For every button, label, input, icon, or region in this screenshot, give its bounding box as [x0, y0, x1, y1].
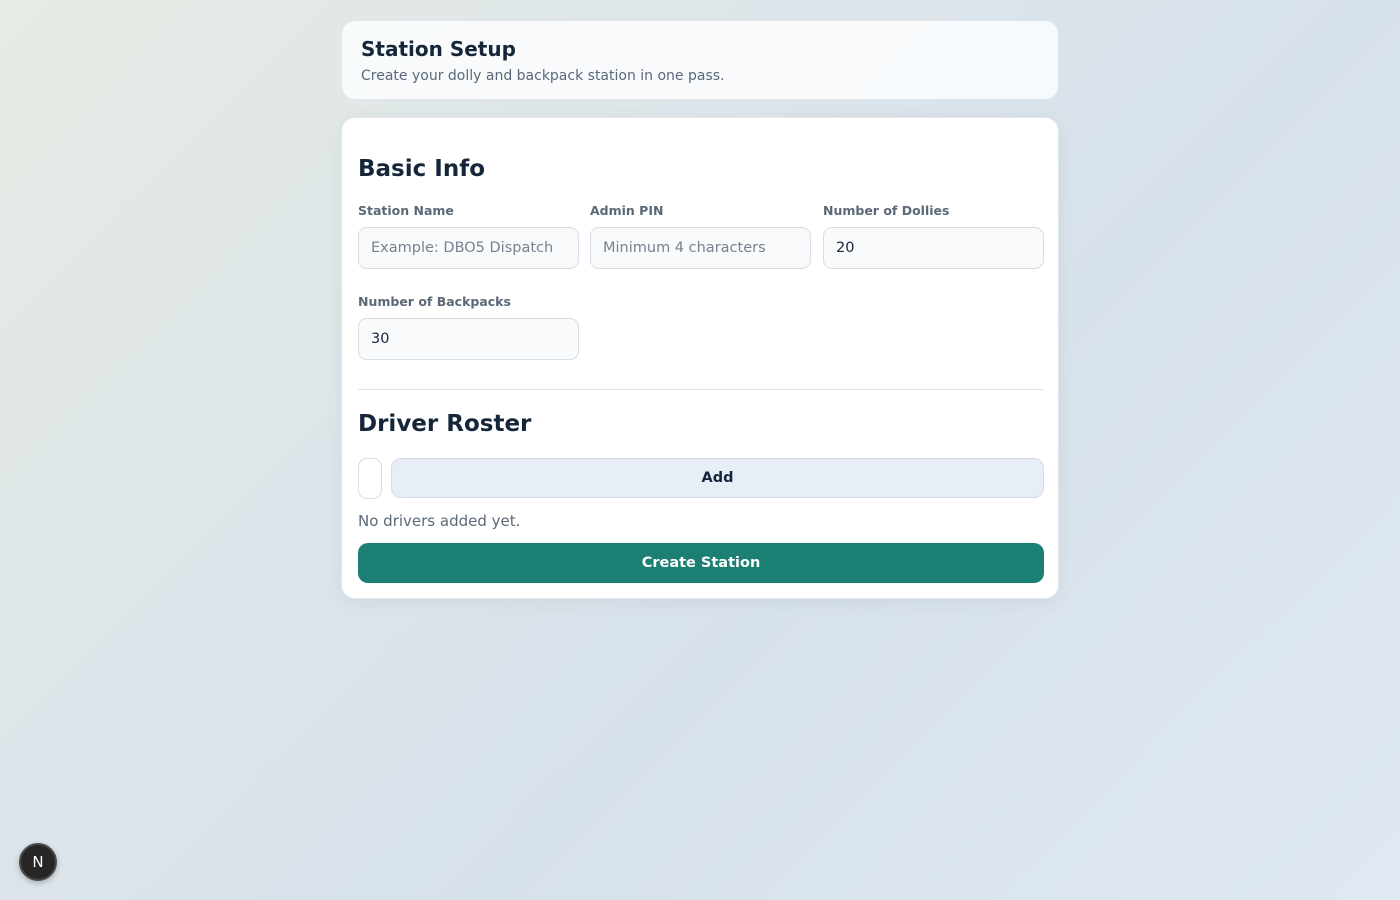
driver-roster-title: Driver Roster — [358, 411, 532, 437]
page-title: Station Setup — [361, 37, 516, 61]
create-station-button[interactable]: Create Station — [358, 543, 1044, 583]
page-subtitle: Create your dolly and backpack station i… — [361, 68, 725, 84]
driver-name-input[interactable] — [358, 458, 382, 499]
station-name-label: Station Name — [358, 203, 454, 218]
station-name-input[interactable] — [358, 227, 579, 269]
dollies-input[interactable] — [823, 227, 1044, 269]
empty-roster-text: No drivers added yet. — [358, 512, 521, 530]
section-divider — [358, 389, 1044, 390]
admin-pin-input[interactable] — [590, 227, 811, 269]
add-driver-button[interactable]: Add — [391, 458, 1044, 498]
backpacks-label: Number of Backpacks — [358, 294, 511, 309]
dev-tools-badge[interactable]: N — [19, 843, 57, 881]
dollies-label: Number of Dollies — [823, 203, 950, 218]
basic-info-title: Basic Info — [358, 156, 486, 182]
admin-pin-label: Admin PIN — [590, 203, 664, 218]
backpacks-input[interactable] — [358, 318, 579, 360]
setup-form-card: Basic Info Station Name Admin PIN Number… — [341, 117, 1059, 599]
page-header: Station Setup Create your dolly and back… — [341, 20, 1059, 100]
